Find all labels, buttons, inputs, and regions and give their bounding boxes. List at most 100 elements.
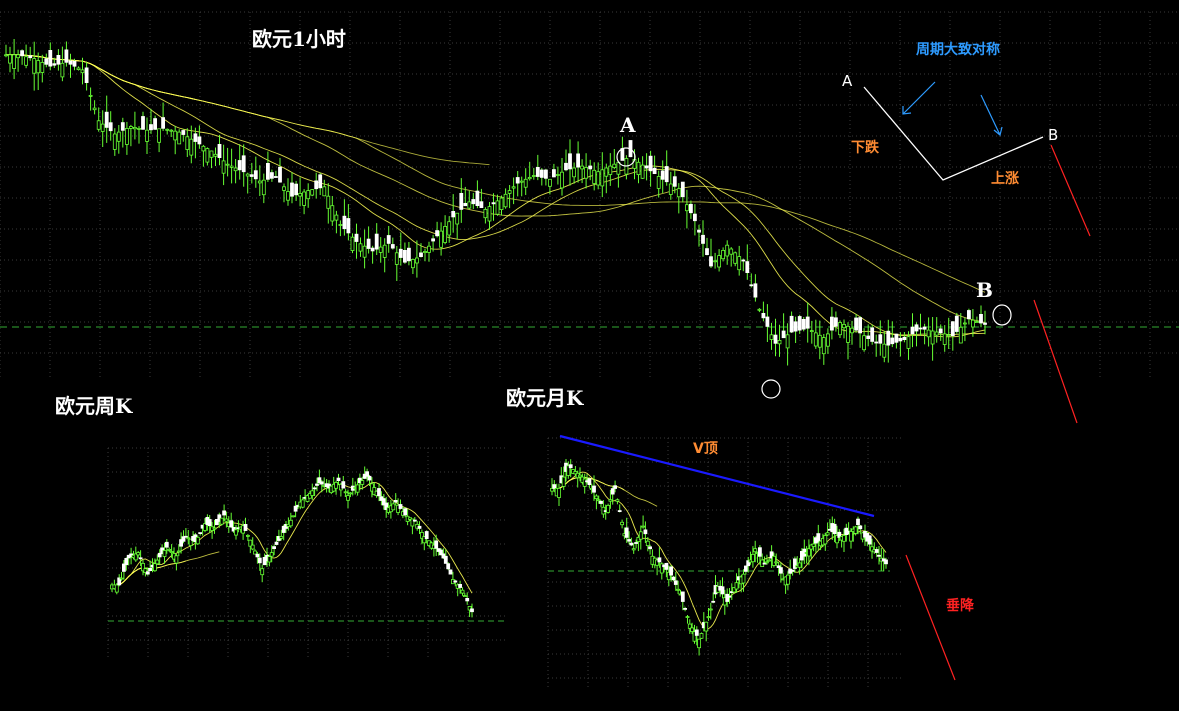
candle-body: [173, 130, 178, 141]
candle-body: [120, 122, 125, 131]
candle-body: [832, 523, 837, 535]
candle-body: [922, 326, 927, 330]
candle-body: [312, 487, 317, 490]
candle-body: [181, 130, 186, 135]
candle-body: [805, 316, 810, 329]
candle-body: [279, 536, 284, 539]
candle-body: [938, 328, 943, 334]
candle-body: [269, 552, 274, 557]
candle-body: [330, 205, 335, 222]
candle-body: [189, 138, 194, 156]
candle-body: [758, 547, 762, 557]
candle-body: [403, 508, 408, 516]
candle-body: [898, 337, 903, 342]
candle-body: [443, 225, 448, 243]
candle-body: [552, 169, 556, 178]
candle-body: [849, 531, 853, 542]
candle-body: [44, 58, 49, 65]
candle-body: [856, 518, 860, 525]
candle-body: [657, 557, 662, 563]
candle-body: [310, 189, 315, 196]
candle-body: [88, 95, 93, 97]
candle-body: [705, 248, 709, 256]
candle-body: [613, 485, 617, 489]
point-b-circle: [992, 304, 1012, 326]
candle-body: [350, 236, 355, 251]
candle-body: [676, 588, 680, 591]
candle-body: [683, 608, 687, 610]
candle-body: [772, 555, 776, 566]
candle-body: [753, 548, 758, 553]
candle-body: [112, 133, 117, 150]
candle-body: [165, 128, 170, 131]
candle-body: [652, 167, 657, 174]
candle-body: [100, 123, 105, 132]
candle-body: [830, 316, 834, 331]
candle-body: [479, 201, 484, 208]
candle-body: [826, 333, 830, 347]
candle-body: [443, 555, 448, 564]
candle-body: [286, 191, 290, 201]
candle-body: [169, 129, 174, 132]
candle-body: [617, 510, 622, 513]
candle-body: [656, 175, 661, 189]
candle-body: [906, 336, 911, 349]
candle-body: [858, 525, 863, 530]
rise-text: 上涨: [991, 171, 1019, 187]
candle-body: [643, 529, 648, 535]
candle-body: [205, 148, 210, 163]
candle-body: [664, 166, 669, 183]
candle-body: [483, 208, 488, 219]
candle-body: [786, 574, 790, 585]
candle-body: [155, 559, 160, 565]
candle-body: [777, 339, 782, 345]
candle-body: [874, 341, 879, 344]
candle-body: [568, 153, 572, 170]
candle-body: [711, 600, 716, 603]
candle-body: [176, 550, 181, 553]
candle-body: [72, 60, 77, 67]
candle-body: [853, 526, 858, 534]
candle-body: [427, 245, 431, 253]
candle-body: [80, 69, 85, 74]
candle-body: [779, 567, 783, 574]
candle-body: [446, 563, 451, 570]
candle-body: [161, 117, 166, 129]
candle-body: [699, 633, 704, 639]
candle-body: [145, 571, 150, 575]
candle-body: [169, 551, 174, 554]
candle-body: [576, 153, 580, 168]
candle-body: [219, 517, 224, 525]
candle-body: [342, 215, 347, 230]
candle-body: [578, 474, 582, 478]
candle-body: [310, 490, 315, 496]
candle-body: [877, 554, 881, 557]
candle-body: [32, 58, 37, 74]
candle-body: [274, 541, 279, 545]
candle-body: [322, 186, 327, 197]
candle-body: [572, 167, 576, 178]
candle-body: [145, 129, 149, 142]
candle-body: [584, 167, 588, 179]
candle-body: [213, 153, 218, 157]
candle-body: [125, 127, 129, 145]
monthly-title: 欧元月K: [506, 386, 584, 410]
candle-body: [600, 169, 605, 187]
symmetry-path: [863, 86, 1044, 181]
candle-body: [338, 224, 343, 226]
candle-body: [733, 252, 738, 264]
candle-body: [648, 155, 653, 172]
candle-body: [673, 580, 678, 585]
candle-body: [491, 202, 496, 205]
candle-body: [453, 580, 458, 583]
candle-body: [467, 201, 472, 209]
candle-body: [866, 335, 871, 339]
candle-body: [592, 169, 597, 184]
candle-body: [463, 202, 468, 207]
candle-body: [753, 283, 758, 298]
candle-body: [797, 316, 802, 331]
candle-body: [96, 120, 101, 130]
candle-body: [257, 180, 262, 184]
candle-body: [599, 500, 603, 504]
candle-body: [737, 256, 742, 271]
